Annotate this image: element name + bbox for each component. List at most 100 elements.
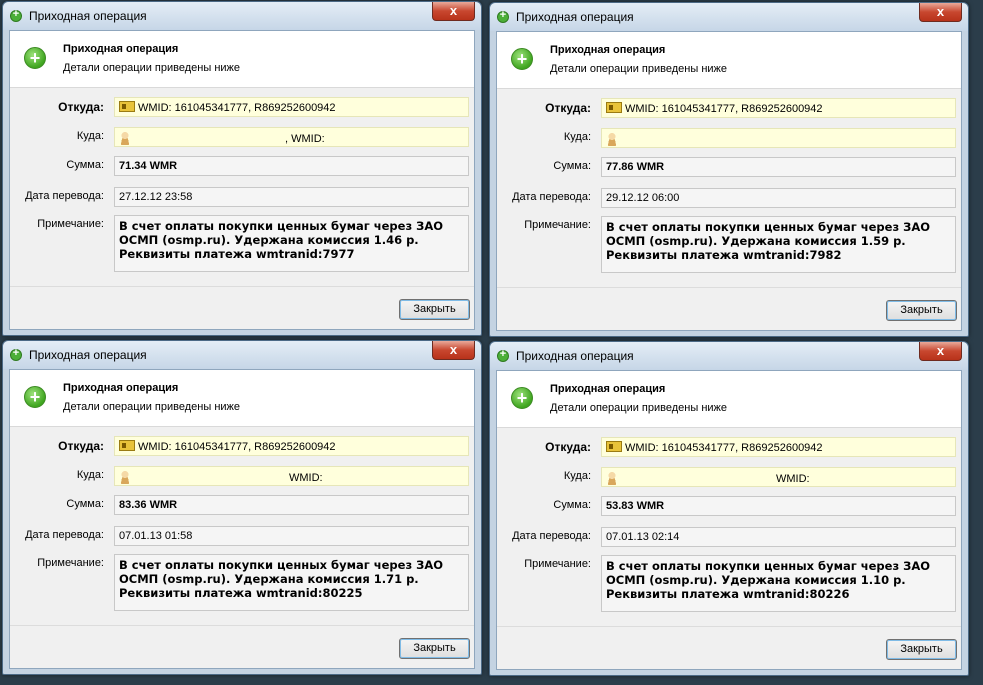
header-title: Приходная операция xyxy=(63,382,179,394)
user-icon xyxy=(606,132,618,146)
plus-circle-icon xyxy=(497,348,509,362)
to-field[interactable]: , WMID: xyxy=(114,127,469,147)
note-label: Примечание: xyxy=(524,219,591,231)
close-button[interactable]: Закрыть xyxy=(399,638,470,659)
plus-circle-icon xyxy=(511,387,533,409)
transaction-window-2: Приходная операция x Приходная операция … xyxy=(489,2,969,337)
divider xyxy=(497,287,961,288)
note-label: Примечание: xyxy=(524,558,591,570)
to-value: , WMID: xyxy=(285,133,325,145)
to-field[interactable] xyxy=(601,128,956,148)
transaction-window-1: Приходная операция x Приходная операция … xyxy=(2,1,482,336)
dialog-header: Приходная операция Детали операции приве… xyxy=(10,31,474,88)
dialog-client-area: Приходная операция Детали операции приве… xyxy=(9,30,475,330)
header-title: Приходная операция xyxy=(63,43,179,55)
to-label: Куда: xyxy=(563,470,591,482)
date-field[interactable]: 27.12.12 23:58 xyxy=(114,187,469,207)
from-label: Откуда: xyxy=(58,439,104,453)
header-subtitle: Детали операции приведены ниже xyxy=(63,62,241,74)
dialog-header: Приходная операция Детали операции приве… xyxy=(10,370,474,427)
close-button[interactable]: Закрыть xyxy=(886,639,957,660)
divider xyxy=(10,286,474,287)
note-field[interactable]: В счет оплаты покупки ценных бумаг через… xyxy=(601,216,956,273)
to-value: WMID: xyxy=(289,472,323,484)
window-title: Приходная операция xyxy=(516,349,634,363)
dialog-client-area: Приходная операция Детали операции приве… xyxy=(496,370,962,670)
from-field[interactable]: WMID: 161045341777, R869252600942 xyxy=(114,97,469,117)
plus-circle-icon xyxy=(10,347,22,361)
title-bar[interactable]: Приходная операция x xyxy=(490,3,968,31)
from-label: Откуда: xyxy=(545,101,591,115)
plus-circle-icon xyxy=(24,47,46,69)
transaction-window-4: Приходная операция x Приходная операция … xyxy=(489,341,969,676)
close-window-button[interactable]: x xyxy=(919,3,962,22)
from-label: Откуда: xyxy=(58,100,104,114)
date-label: Дата перевода: xyxy=(512,530,591,542)
date-field[interactable]: 29.12.12 06:00 xyxy=(601,188,956,208)
divider xyxy=(497,626,961,627)
amount-label: Сумма: xyxy=(553,160,591,172)
from-value: WMID: 161045341777, R869252600942 xyxy=(138,102,336,114)
window-title: Приходная операция xyxy=(29,348,147,362)
note-field[interactable]: В счет оплаты покупки ценных бумаг через… xyxy=(114,554,469,611)
to-value: WMID: xyxy=(776,473,810,485)
amount-field[interactable]: 71.34 WMR xyxy=(114,156,469,176)
note-label: Примечание: xyxy=(37,218,104,230)
wm-passport-icon xyxy=(119,101,135,112)
plus-circle-icon xyxy=(511,48,533,70)
date-label: Дата перевода: xyxy=(512,191,591,203)
amount-label: Сумма: xyxy=(553,499,591,511)
header-title: Приходная операция xyxy=(550,44,666,56)
to-label: Куда: xyxy=(76,130,104,142)
date-label: Дата перевода: xyxy=(25,529,104,541)
date-field[interactable]: 07.01.13 01:58 xyxy=(114,526,469,546)
transaction-window-3: Приходная операция x Приходная операция … xyxy=(2,340,482,675)
plus-circle-icon xyxy=(497,9,509,23)
divider xyxy=(10,625,474,626)
title-bar[interactable]: Приходная операция x xyxy=(3,341,481,369)
close-button[interactable]: Закрыть xyxy=(399,299,470,320)
note-label: Примечание: xyxy=(37,557,104,569)
dialog-client-area: Приходная операция Детали операции приве… xyxy=(496,31,962,331)
from-label: Откуда: xyxy=(545,440,591,454)
close-window-button[interactable]: x xyxy=(919,342,962,361)
from-field[interactable]: WMID: 161045341777, R869252600942 xyxy=(601,437,956,457)
close-window-button[interactable]: x xyxy=(432,341,475,360)
close-button[interactable]: Закрыть xyxy=(886,300,957,321)
from-field[interactable]: WMID: 161045341777, R869252600942 xyxy=(114,436,469,456)
header-subtitle: Детали операции приведены ниже xyxy=(550,63,728,75)
to-field[interactable]: WMID: xyxy=(114,466,469,486)
amount-field[interactable]: 53.83 WMR xyxy=(601,496,956,516)
title-bar[interactable]: Приходная операция x xyxy=(490,342,968,370)
date-label: Дата перевода: xyxy=(25,190,104,202)
window-title: Приходная операция xyxy=(29,9,147,23)
date-field[interactable]: 07.01.13 02:14 xyxy=(601,527,956,547)
to-label: Куда: xyxy=(76,469,104,481)
from-field[interactable]: WMID: 161045341777, R869252600942 xyxy=(601,98,956,118)
plus-circle-icon xyxy=(24,386,46,408)
to-label: Куда: xyxy=(563,131,591,143)
window-title: Приходная операция xyxy=(516,10,634,24)
amount-field[interactable]: 77.86 WMR xyxy=(601,157,956,177)
header-subtitle: Детали операции приведены ниже xyxy=(550,402,728,414)
user-icon xyxy=(606,471,618,485)
user-icon xyxy=(119,470,131,484)
title-bar[interactable]: Приходная операция x xyxy=(3,2,481,30)
note-field[interactable]: В счет оплаты покупки ценных бумаг через… xyxy=(114,215,469,272)
wm-passport-icon xyxy=(119,440,135,451)
header-title: Приходная операция xyxy=(550,383,666,395)
header-subtitle: Детали операции приведены ниже xyxy=(63,401,241,413)
from-value: WMID: 161045341777, R869252600942 xyxy=(625,442,823,454)
dialog-header: Приходная операция Детали операции приве… xyxy=(497,32,961,89)
amount-label: Сумма: xyxy=(66,498,104,510)
close-window-button[interactable]: x xyxy=(432,2,475,21)
dialog-header: Приходная операция Детали операции приве… xyxy=(497,371,961,428)
from-value: WMID: 161045341777, R869252600942 xyxy=(138,441,336,453)
amount-field[interactable]: 83.36 WMR xyxy=(114,495,469,515)
dialog-client-area: Приходная операция Детали операции приве… xyxy=(9,369,475,669)
from-value: WMID: 161045341777, R869252600942 xyxy=(625,103,823,115)
to-field[interactable]: WMID: xyxy=(601,467,956,487)
note-field[interactable]: В счет оплаты покупки ценных бумаг через… xyxy=(601,555,956,612)
plus-circle-icon xyxy=(10,8,22,22)
wm-passport-icon xyxy=(606,102,622,113)
